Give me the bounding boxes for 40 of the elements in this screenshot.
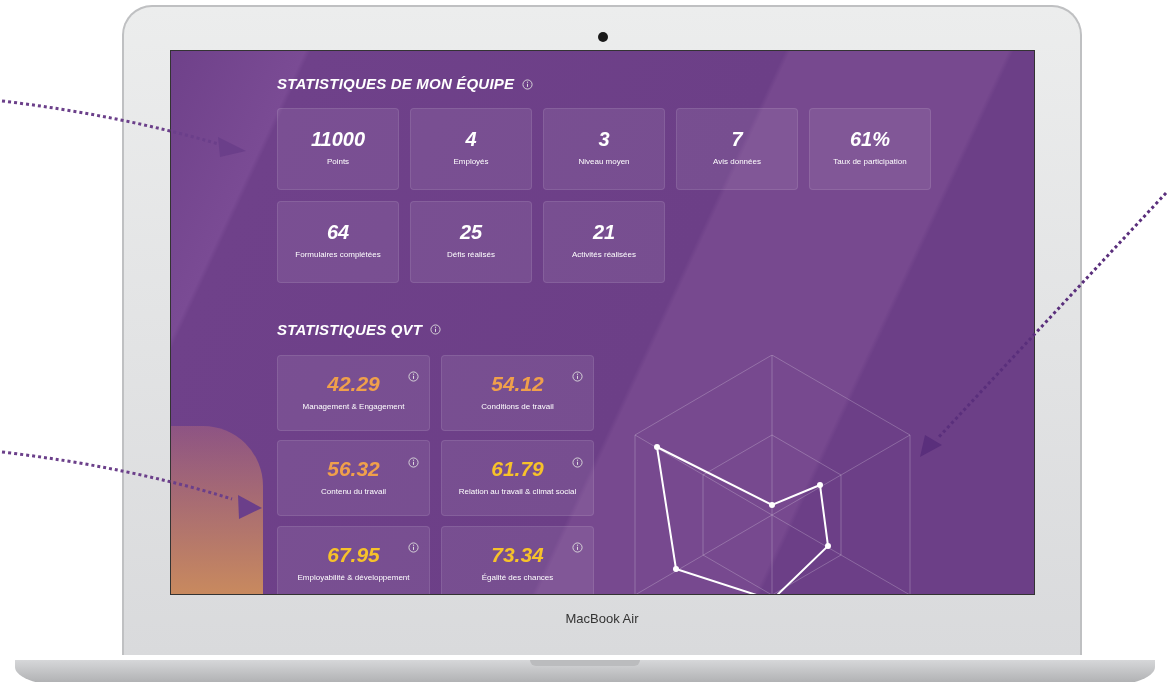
stat-value: 11000 [310, 129, 366, 149]
score-value: 61.79 [491, 458, 544, 480]
stat-label: Points [326, 156, 350, 168]
stat-label: Employés [453, 156, 489, 168]
score-value: 73.34 [491, 543, 544, 565]
info-icon[interactable] [522, 78, 534, 90]
section-title: STATISTIQUES DE MON ÉQUIPE [277, 74, 515, 94]
info-icon[interactable] [408, 456, 419, 468]
score-label: Égalité des chances [481, 571, 554, 584]
score-label: Management & Engagement [302, 401, 405, 413]
stat-label: Formulaires complétées [295, 249, 381, 261]
score-value: 54.12 [491, 373, 544, 394]
score-value: 42.29 [327, 373, 380, 394]
stat-value: 7 [731, 129, 743, 149]
info-icon[interactable] [430, 324, 442, 336]
stat-value: 61% [850, 129, 890, 149]
stat-value: 25 [459, 222, 483, 242]
score-label: Conditions de travail [481, 401, 554, 413]
score-value: 56.32 [327, 458, 380, 480]
stat-value: 21 [592, 222, 616, 242]
stat-label: Niveau moyen [578, 156, 630, 168]
stat-label: Défis réalisés [447, 249, 495, 261]
info-icon[interactable] [408, 371, 419, 383]
device-label: MacBook Air [564, 610, 640, 628]
stat-label: Activités réalisées [572, 249, 636, 261]
info-icon[interactable] [572, 456, 583, 468]
webcam [598, 32, 608, 42]
section-title: STATISTIQUES QVT [277, 319, 423, 340]
score-label: Contenu du travail [321, 486, 386, 499]
stat-value: 64 [326, 222, 350, 242]
score-label: Relation au travail & climat social [458, 486, 577, 499]
stat-label: Avis données [713, 156, 761, 168]
stat-label: Taux de participation [833, 156, 907, 168]
info-icon[interactable] [572, 371, 583, 383]
score-label: Employabilité & développement [297, 571, 410, 584]
info-icon[interactable] [408, 541, 419, 553]
stat-value: 4 [465, 129, 477, 149]
score-value: 67.95 [327, 543, 380, 565]
info-icon[interactable] [572, 541, 583, 553]
stat-value: 3 [598, 129, 610, 149]
